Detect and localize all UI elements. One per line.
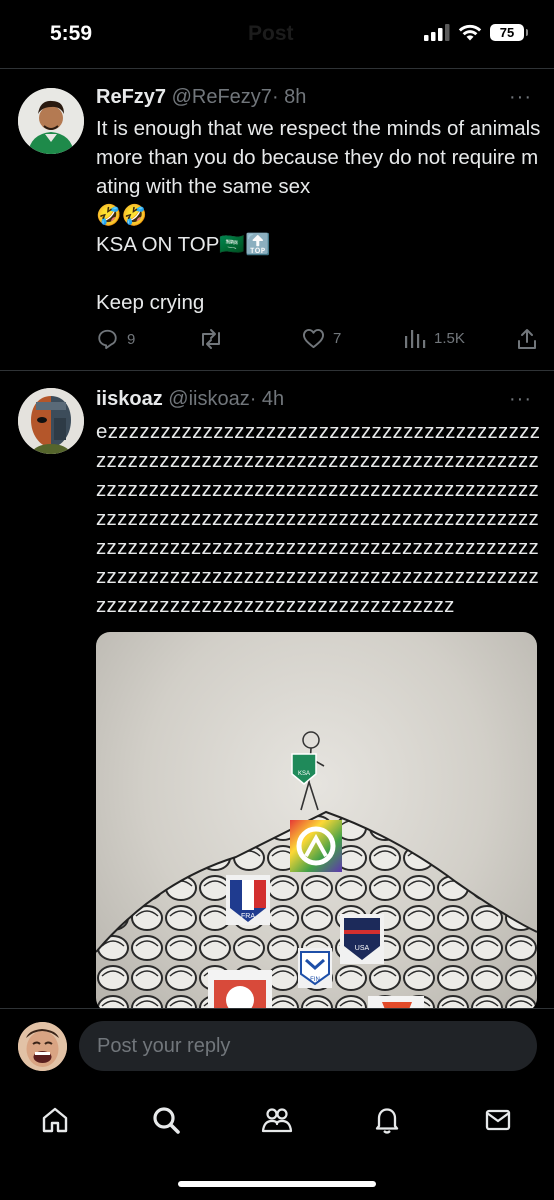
timestamp: · 8h	[271, 86, 307, 108]
communities-icon	[261, 1108, 293, 1133]
status-icons: 75	[424, 24, 528, 41]
tweet-text: It is enough that we respect the minds o…	[96, 117, 541, 314]
tab-messages[interactable]	[478, 1100, 518, 1140]
tab-notifications[interactable]	[367, 1100, 407, 1140]
header-title-faded: Post	[248, 22, 294, 45]
home-icon	[42, 1107, 68, 1133]
svg-text:FRA: FRA	[241, 913, 255, 920]
tweet-media-image[interactable]: KSA FRA USA FIN	[96, 632, 537, 1012]
like-count: 7	[333, 330, 342, 347]
tab-home[interactable]	[35, 1100, 75, 1140]
status-time: 5:59	[50, 22, 93, 45]
home-indicator	[178, 1181, 376, 1187]
user-avatar-image	[18, 1022, 67, 1071]
more-options-icon[interactable]: ···	[509, 86, 532, 109]
usa-badge: USA	[340, 914, 384, 964]
avatar-image	[18, 388, 84, 454]
display-name[interactable]: ReFzy7	[96, 86, 166, 108]
reply-icon	[98, 329, 117, 350]
ksa-badge: KSA	[291, 753, 317, 785]
tweet-text: ezzzzzzzzzzzzzzzzzzzzzzzzzzzzzzzzzzzzzzz…	[96, 420, 541, 617]
tweet-1[interactable]: ReFzy7 @ReFezy7· 8h ··· It is enough tha…	[0, 68, 554, 370]
tweet-header: ReFzy7 @ReFezy7· 8h	[96, 86, 306, 109]
reply-input[interactable]	[79, 1021, 537, 1071]
like-button[interactable]: 7	[302, 328, 341, 349]
more-options-icon[interactable]: ···	[509, 388, 532, 411]
fra-badge: FRA	[226, 875, 270, 925]
repost-icon	[202, 329, 220, 349]
meme-illustration: KSA FRA USA FIN	[96, 731, 537, 1012]
repost-button[interactable]	[198, 328, 224, 350]
mail-icon	[485, 1109, 511, 1131]
reply-button[interactable]: 9	[96, 328, 135, 350]
signal-icon	[424, 24, 450, 41]
view-count: 1.5K	[434, 329, 465, 347]
search-icon	[153, 1107, 180, 1134]
timestamp: · 4h	[249, 388, 285, 410]
handle[interactable]: @ReFezy7	[172, 86, 272, 108]
reply-bar	[0, 1008, 554, 1083]
tweet-actions: 9 7 1.5K	[96, 328, 541, 356]
svg-text:FIN: FIN	[310, 977, 320, 983]
bell-icon	[375, 1108, 399, 1134]
heart-icon	[303, 328, 324, 349]
views-icon	[405, 330, 426, 348]
share-button[interactable]	[516, 328, 538, 350]
avatar[interactable]	[18, 388, 84, 454]
handle[interactable]: @iiskoaz	[168, 388, 249, 410]
avatar[interactable]	[18, 88, 84, 154]
svg-text:KSA: KSA	[298, 771, 310, 777]
display-name[interactable]: iiskoaz	[96, 388, 163, 410]
user-avatar[interactable]	[18, 1022, 67, 1071]
rainbow-logo	[290, 820, 342, 872]
share-icon	[518, 329, 536, 349]
wifi-icon	[458, 24, 482, 41]
fin-badge: FIN	[298, 948, 332, 988]
battery-indicator: 75	[490, 24, 528, 41]
views-button[interactable]: 1.5K	[404, 328, 465, 348]
tab-search[interactable]	[146, 1100, 186, 1140]
tweet-header: iiskoaz @iiskoaz· 4h	[96, 388, 284, 411]
status-bar: 5:59 Post 75	[0, 0, 554, 68]
reply-count: 9	[127, 330, 136, 348]
tab-communities[interactable]	[257, 1100, 297, 1140]
avatar-image	[18, 88, 84, 154]
svg-text:USA: USA	[355, 945, 370, 952]
